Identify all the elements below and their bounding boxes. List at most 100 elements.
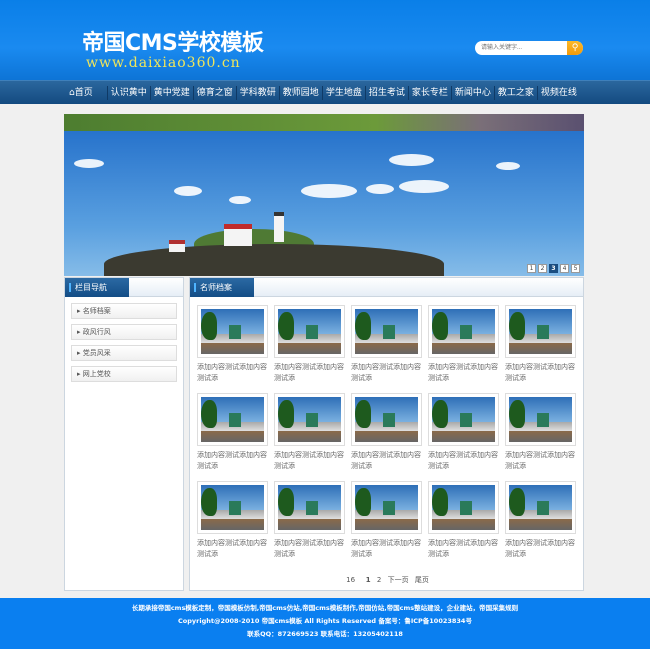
teacher-caption[interactable]: 添加内容测试添加内容测试添: [428, 450, 502, 472]
slide-3-button[interactable]: 3: [549, 264, 558, 273]
footer-services: 长期承接帝国cms模板定制，帝国模板仿制,帝国cms仿站,帝国cms模板制作,帝…: [131, 604, 519, 612]
teacher-card[interactable]: 添加内容测试添加内容测试添: [428, 481, 505, 567]
teacher-caption[interactable]: 添加内容测试添加内容测试添: [505, 450, 579, 472]
teacher-caption[interactable]: 添加内容测试添加内容测试添: [505, 538, 579, 560]
nav-item[interactable]: 家长专栏: [407, 86, 451, 100]
school-building-image: [355, 397, 418, 442]
teacher-caption[interactable]: 添加内容测试添加内容测试添: [351, 538, 425, 560]
sidebar-item-label: 政风行风: [82, 328, 111, 336]
teacher-caption[interactable]: 添加内容测试添加内容测试添: [274, 362, 348, 384]
nav-item-home[interactable]: ⌂首页: [66, 86, 107, 100]
teacher-card[interactable]: 添加内容测试添加内容测试添: [274, 305, 351, 391]
teacher-thumbnail[interactable]: [428, 393, 499, 446]
nav-item[interactable]: 视频在线: [536, 86, 580, 100]
sidebar-panel: 栏目导航 ▸ 名师档案 ▸ 政风行风 ▸ 党员风采 ▸ 网上党校: [64, 277, 184, 591]
teacher-caption[interactable]: 添加内容测试添加内容测试添: [505, 362, 579, 384]
slide-5-button[interactable]: 5: [571, 264, 580, 273]
banner-island: [104, 244, 444, 276]
teacher-card[interactable]: 添加内容测试添加内容测试添: [428, 305, 505, 391]
teacher-caption[interactable]: 添加内容测试添加内容测试添: [274, 450, 348, 472]
teacher-caption[interactable]: 添加内容测试添加内容测试添: [351, 362, 425, 384]
teacher-thumbnail[interactable]: [351, 481, 422, 534]
slider-pagination: 12345: [527, 264, 580, 273]
nav-label: 教工之家: [497, 88, 534, 98]
banner-slider[interactable]: 12345: [64, 114, 584, 276]
teacher-thumbnail[interactable]: [428, 481, 499, 534]
teacher-thumbnail[interactable]: [351, 393, 422, 446]
teacher-thumbnail[interactable]: [274, 393, 345, 446]
page-2[interactable]: 2: [377, 576, 381, 584]
teacher-card[interactable]: 添加内容测试添加内容测试添: [351, 305, 428, 391]
school-building-image: [509, 397, 572, 442]
teacher-card[interactable]: 添加内容测试添加内容测试添: [274, 393, 351, 479]
teacher-card[interactable]: 添加内容测试添加内容测试添: [351, 481, 428, 567]
teacher-thumbnail[interactable]: [351, 305, 422, 358]
search-input[interactable]: [475, 41, 567, 55]
nav-label: 认识黄中: [110, 88, 147, 98]
footer: 长期承接帝国cms模板定制，帝国模板仿制,帝国cms仿站,帝国cms模板制作,帝…: [0, 598, 650, 649]
teacher-card[interactable]: 添加内容测试添加内容测试添: [197, 305, 274, 391]
teacher-thumbnail[interactable]: [197, 481, 268, 534]
nav-item[interactable]: 认识黄中: [106, 86, 150, 100]
teacher-card[interactable]: 添加内容测试添加内容测试添: [274, 481, 351, 567]
teacher-caption[interactable]: 添加内容测试添加内容测试添: [274, 538, 348, 560]
teacher-card[interactable]: 添加内容测试添加内容测试添: [428, 393, 505, 479]
nav-label: 首页: [74, 88, 93, 98]
school-building-image: [201, 397, 264, 442]
total-count: 16: [346, 576, 356, 584]
teacher-thumbnail[interactable]: [197, 393, 268, 446]
main-nav: ⌂首页 认识黄中 黄中党建 德育之窗 学科教研 教师园地 学生地盘 招生考试 家长专栏 新闻中心教…: [0, 80, 650, 104]
teacher-thumbnail[interactable]: [197, 305, 268, 358]
slide-1-button[interactable]: 1: [527, 264, 536, 273]
teacher-caption[interactable]: 添加内容测试添加内容测试添: [197, 450, 271, 472]
school-building-image: [355, 485, 418, 530]
banner-grass: [64, 114, 584, 131]
nav-label: 招生考试: [368, 88, 405, 98]
teacher-caption[interactable]: 添加内容测试添加内容测试添: [428, 538, 502, 560]
sidebar-item-label: 网上党校: [82, 370, 111, 378]
slide-4-button[interactable]: 4: [560, 264, 569, 273]
teacher-thumbnail[interactable]: [274, 481, 345, 534]
school-building-image: [509, 485, 572, 530]
sidebar-item[interactable]: ▸ 政风行风: [71, 324, 177, 340]
search-box: ⚲: [475, 41, 583, 55]
site-logo-title[interactable]: 帝国CMS学校模板: [82, 25, 264, 57]
nav-item[interactable]: 学生地盘: [321, 86, 365, 100]
school-building-image: [201, 485, 264, 530]
teacher-card[interactable]: 添加内容测试添加内容测试添: [505, 305, 582, 391]
teacher-caption[interactable]: 添加内容测试添加内容测试添: [351, 450, 425, 472]
slide-2-button[interactable]: 2: [538, 264, 547, 273]
nav-item[interactable]: 德育之窗: [192, 86, 236, 100]
nav-label: 学生地盘: [325, 88, 362, 98]
teacher-thumbnail[interactable]: [505, 393, 576, 446]
teacher-card[interactable]: 添加内容测试添加内容测试添: [505, 481, 582, 567]
teacher-caption[interactable]: 添加内容测试添加内容测试添: [197, 538, 271, 560]
teacher-card[interactable]: 添加内容测试添加内容测试添: [197, 393, 274, 479]
pagination: 16 1 2 下一页 尾页: [190, 575, 585, 585]
footer-contact: 联系QQ：872669523 联系电话：13205402118: [247, 630, 403, 638]
teacher-caption[interactable]: 添加内容测试添加内容测试添: [428, 362, 502, 384]
sidebar-item[interactable]: ▸ 党员风采: [71, 345, 177, 361]
sidebar-item[interactable]: ▸ 名师档案: [71, 303, 177, 319]
last-page-link[interactable]: 尾页: [415, 576, 429, 584]
teacher-thumbnail[interactable]: [505, 305, 576, 358]
teacher-thumbnail[interactable]: [505, 481, 576, 534]
sidebar-item-label: 党员风采: [82, 349, 111, 357]
sidebar-item[interactable]: ▸ 网上党校: [71, 366, 177, 382]
search-button[interactable]: ⚲: [567, 41, 583, 55]
teacher-card[interactable]: 添加内容测试添加内容测试添: [505, 393, 582, 479]
nav-item[interactable]: 学科教研: [235, 86, 279, 100]
next-page-link[interactable]: 下一页: [388, 576, 409, 584]
page-1[interactable]: 1: [366, 576, 371, 584]
teacher-caption[interactable]: 添加内容测试添加内容测试添: [197, 362, 271, 384]
nav-item[interactable]: 教工之家: [493, 86, 537, 100]
nav-item[interactable]: 黄中党建: [149, 86, 193, 100]
teacher-card[interactable]: 添加内容测试添加内容测试添: [197, 481, 274, 567]
nav-item[interactable]: 教师园地: [278, 86, 322, 100]
nav-item[interactable]: 新闻中心: [450, 86, 494, 100]
nav-label: 家长专栏: [411, 88, 448, 98]
teacher-card[interactable]: 添加内容测试添加内容测试添: [351, 393, 428, 479]
nav-item[interactable]: 招生考试: [364, 86, 408, 100]
teacher-thumbnail[interactable]: [428, 305, 499, 358]
teacher-thumbnail[interactable]: [274, 305, 345, 358]
